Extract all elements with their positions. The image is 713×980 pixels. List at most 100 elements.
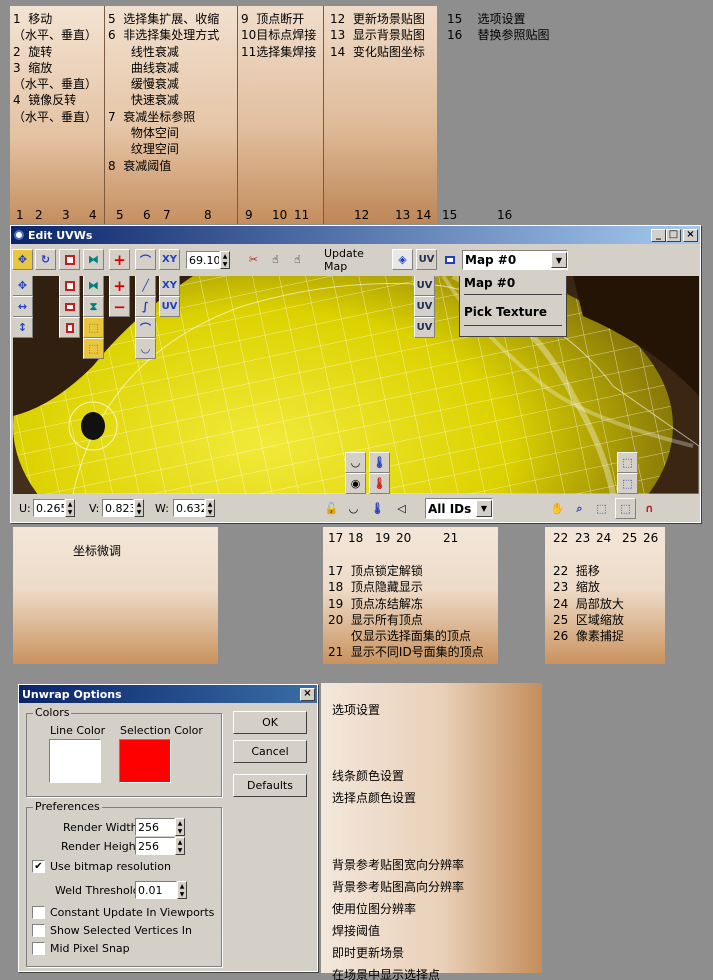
preferences-group: Preferences Render Width: 256 ▲ ▼ Render … xyxy=(26,800,222,967)
close-button[interactable]: × xyxy=(683,228,698,242)
w-spinner[interactable]: ▲ ▼ xyxy=(205,499,215,517)
lock-vertices-tool[interactable]: 🔓 xyxy=(321,498,342,519)
note-col3: 9 顶点断开 10目标点焊接 11选择集焊接 xyxy=(241,12,317,59)
weld-threshold-spinner[interactable]: ▲ ▼ xyxy=(177,881,187,899)
scale-vertical-tool[interactable] xyxy=(59,317,80,338)
texture-space-tool[interactable]: UV xyxy=(159,296,180,317)
uv-coord-tool[interactable]: UV xyxy=(416,249,437,270)
hide-vertices-tool[interactable]: ◡ xyxy=(345,452,366,473)
flip-horizontal-tool[interactable]: ⬚ xyxy=(83,317,104,338)
w-field[interactable]: 0.632 xyxy=(173,499,205,517)
show-map-tool[interactable]: ◈ xyxy=(392,249,413,270)
selection-color-swatch[interactable] xyxy=(119,739,171,783)
u-field[interactable]: 0.265 xyxy=(33,499,65,517)
falloff-fast-tool[interactable]: ◡ xyxy=(135,338,156,359)
uv-icon: UV xyxy=(418,254,435,265)
falloff-threshold-field[interactable]: 69.10 xyxy=(186,251,220,269)
zoom-tool[interactable]: ⌕ xyxy=(569,498,590,519)
dialog-close-button[interactable]: × xyxy=(300,687,315,701)
map-uv-tool[interactable]: UV xyxy=(414,276,435,296)
pan-tool[interactable]: ✋ xyxy=(547,498,568,519)
show-selected-label: Show Selected Vertices In xyxy=(50,924,192,937)
defaults-button[interactable]: Defaults xyxy=(233,774,307,797)
falloff-spinner[interactable]: ▲ ▼ xyxy=(220,251,230,269)
zoom-region-tool[interactable]: ⬚ xyxy=(591,498,612,519)
mirror-tool[interactable]: ⧓ xyxy=(83,249,104,270)
options-tool[interactable] xyxy=(439,249,460,270)
cancel-button[interactable]: Cancel xyxy=(233,740,307,763)
weld-threshold-field[interactable]: 0.01 xyxy=(135,881,177,899)
use-bitmap-checkbox[interactable]: ✔ xyxy=(32,860,45,873)
edit-uvws-titlebar[interactable]: Edit UVWs _ □ × xyxy=(11,226,700,244)
map-option[interactable]: Pick Texture xyxy=(460,297,566,323)
uv-icon: UV xyxy=(161,301,178,312)
falloff-tool[interactable]: ⌒ xyxy=(135,249,156,270)
tool-number: 24 xyxy=(596,531,612,545)
rotate-tool[interactable]: ↻ xyxy=(35,249,56,270)
freeze-vertices-tool[interactable]: 🌡 xyxy=(369,452,390,473)
map-dropdown-list[interactable]: Map #0 Pick Texture xyxy=(459,276,567,337)
render-width-field[interactable]: 256 xyxy=(135,818,175,836)
update-map-button[interactable]: Update Map xyxy=(323,247,389,273)
ok-button[interactable]: OK xyxy=(233,711,307,734)
target-weld-tool[interactable]: ☝ xyxy=(265,249,286,270)
mirror-vertical-tool[interactable]: ⧗ xyxy=(83,296,104,317)
move-horizontal-tool[interactable]: ✥ xyxy=(13,276,33,296)
shrink-selection-tool[interactable]: − xyxy=(109,296,130,317)
uv-viewport[interactable]: ✥ ↔ ↕ ⧓ ⧗ ⬚ ⬚ + − ╱ ∫ ⌒ ◡ XY UV UV UV UV… xyxy=(13,276,699,494)
ids-dropdown-button[interactable]: ▼ xyxy=(476,500,492,517)
scale-horizontal-tool[interactable] xyxy=(59,296,80,317)
freeze-tool[interactable]: 🌡 xyxy=(367,498,388,519)
expand-selection-tool[interactable]: + xyxy=(109,249,130,270)
minimize-button[interactable]: _ xyxy=(651,228,666,242)
unfreeze-vertices-tool[interactable]: 🌡 xyxy=(369,473,390,494)
zoom-extents-tool[interactable]: ⬚ xyxy=(615,498,636,519)
move-vertical-tool[interactable]: ↕ xyxy=(13,317,33,338)
tool-number: 19 xyxy=(375,531,391,545)
tool-number: 15 xyxy=(442,208,458,222)
target-weld-icon: ☝ xyxy=(272,253,279,266)
falloff-slow-tool[interactable]: ⌒ xyxy=(135,317,156,338)
move-horizontal-only-tool[interactable]: ↔ xyxy=(13,296,33,317)
contract-selection-tool[interactable]: + xyxy=(109,276,130,296)
tool-number: 1 xyxy=(16,208,24,222)
mirror-horizontal-tool[interactable]: ⧓ xyxy=(83,276,104,296)
show-selected-checkbox[interactable] xyxy=(32,924,45,937)
flip-vertical-tool[interactable]: ⬚ xyxy=(83,338,104,359)
filter-selected-faces-tool[interactable]: ◁ xyxy=(391,498,412,519)
object-space-tool[interactable]: XY xyxy=(159,276,180,296)
render-height-spinner[interactable]: ▲ ▼ xyxy=(175,837,185,855)
zoom-region-icon: ⬚ xyxy=(622,456,633,469)
dialog-title: Unwrap Options xyxy=(22,687,122,701)
falloff-linear-tool[interactable]: ╱ xyxy=(135,276,156,296)
hide-tool[interactable]: ◡ xyxy=(343,498,364,519)
v-spinner[interactable]: ▲ ▼ xyxy=(134,499,144,517)
unwrap-options-titlebar[interactable]: Unwrap Options × xyxy=(19,685,317,703)
zoom-extents-option-tool[interactable]: ⬚ xyxy=(617,473,638,494)
map-vw-tool[interactable]: UV xyxy=(414,296,435,317)
map-option[interactable]: Map #0 xyxy=(460,276,566,292)
mid-pixel-snap-checkbox[interactable] xyxy=(32,942,45,955)
line-color-swatch[interactable] xyxy=(49,739,101,783)
break-vertex-tool[interactable]: ✂ xyxy=(243,249,264,270)
move-tool[interactable]: ✥ xyxy=(12,249,33,270)
maximize-button[interactable]: □ xyxy=(666,228,681,242)
render-height-field[interactable]: 256 xyxy=(135,837,175,855)
render-width-label: Render Width: xyxy=(63,821,142,834)
v-field[interactable]: 0.823 xyxy=(102,499,134,517)
scale-uniform-tool[interactable] xyxy=(59,276,80,296)
zoom-region-option-tool[interactable]: ⬚ xyxy=(617,452,638,473)
map-select-dropdown-button[interactable]: ▼ xyxy=(551,252,567,268)
constant-update-checkbox[interactable] xyxy=(32,906,45,919)
falloff-curve-tool[interactable]: ∫ xyxy=(135,296,156,317)
u-spinner[interactable]: ▲ ▼ xyxy=(65,499,75,517)
selected-weld-tool[interactable]: ☝ xyxy=(287,249,308,270)
scale-tool[interactable] xyxy=(59,249,80,270)
pixel-snap-tool[interactable]: ∩ xyxy=(639,498,660,519)
map-uw-tool[interactable]: UV xyxy=(414,317,435,338)
render-width-spinner[interactable]: ▲ ▼ xyxy=(175,818,185,836)
falloff-space-tool[interactable]: XY xyxy=(159,249,180,270)
tool-number: 25 xyxy=(622,531,638,545)
flip-icon: ⬚ xyxy=(88,342,99,355)
show-vertices-tool[interactable]: ◉ xyxy=(345,473,366,494)
